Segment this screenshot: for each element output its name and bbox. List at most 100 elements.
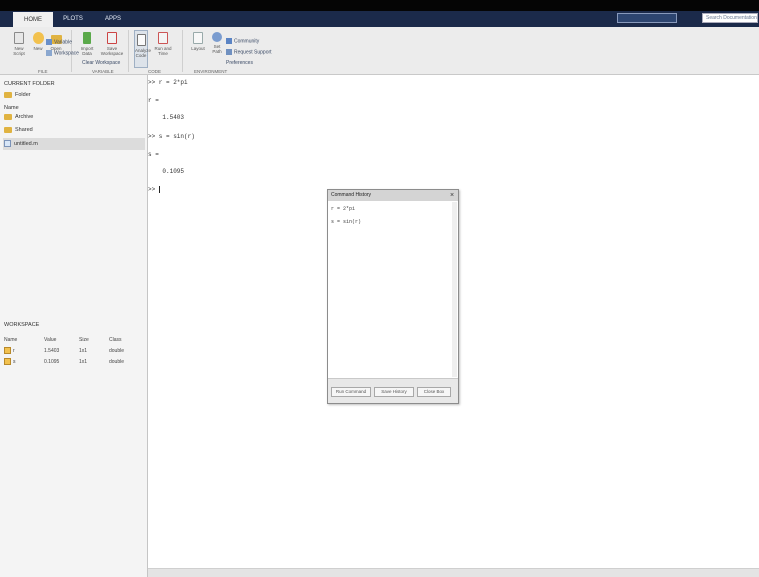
command-prompt[interactable]: >>: [148, 186, 160, 193]
file-icon: [4, 140, 11, 147]
new-script-label: New Script: [13, 46, 25, 56]
text-cursor: [158, 186, 160, 193]
group-divider: [128, 30, 129, 72]
save-workspace-label: Save Workspace: [100, 46, 124, 56]
community-icon: [226, 38, 232, 44]
analyze-code-button[interactable]: Analyze Code: [134, 30, 152, 68]
workspace-title: WORKSPACE: [4, 322, 40, 328]
new-script-icon: [14, 32, 24, 44]
group-label-environment: ENVIRONMENT: [194, 69, 228, 74]
layout-button[interactable]: Layout: [190, 32, 206, 51]
ws-col-class[interactable]: Class: [109, 337, 139, 343]
folder-icon: [4, 92, 12, 98]
ws-cell-size: 1x1: [79, 347, 88, 354]
layout-label: Layout: [191, 46, 205, 51]
horizontal-scrollbar[interactable]: [148, 568, 759, 577]
ws-name-text: r: [13, 347, 15, 354]
folder-icon: [4, 114, 12, 120]
list-item[interactable]: Shared: [4, 127, 33, 133]
current-folder-path[interactable]: Folder: [4, 92, 31, 98]
workspace-label: Workspace: [54, 50, 79, 57]
tab-home[interactable]: HOME: [13, 12, 53, 27]
variable-label: Variable: [54, 39, 72, 46]
dialog-scrollbar[interactable]: [452, 202, 457, 377]
history-item[interactable]: s = sin(r): [331, 219, 361, 225]
folder-label: Folder: [15, 92, 31, 98]
request-support-label: Request Support: [234, 49, 272, 56]
dialog-footer: Run Command Save History Close Box: [328, 378, 458, 403]
group-label-file: FILE: [38, 69, 48, 74]
clear-workspace-mini[interactable]: Clear Workspace: [82, 60, 120, 66]
list-item-label: Shared: [15, 127, 33, 133]
ws-cell-class: double: [109, 347, 125, 354]
command-output: r =: [148, 97, 159, 104]
ws-col-name[interactable]: Name: [4, 337, 44, 343]
set-path-label: Set Path: [212, 44, 222, 54]
ws-col-size[interactable]: Size: [79, 337, 109, 343]
search-documentation-input[interactable]: Search Documentation: [702, 13, 758, 23]
current-folder-title: CURRENT FOLDER: [4, 81, 55, 87]
variable-mini[interactable]: Variable: [46, 39, 72, 45]
workspace-mini[interactable]: Workspace: [46, 50, 79, 56]
workspace-header: Name Value Size Class: [4, 337, 144, 343]
preferences-mini[interactable]: Preferences: [226, 60, 253, 66]
dialog-title: Command History: [328, 190, 458, 201]
new-label: New: [33, 46, 43, 51]
import-data-button[interactable]: Import Data: [77, 32, 97, 56]
ws-cell-value: 1.5403: [44, 347, 60, 354]
command-output: 1.5403: [148, 114, 185, 121]
tab-plots[interactable]: PLOTS: [53, 11, 93, 27]
name-column-header[interactable]: Name: [4, 105, 19, 111]
command-output: s =: [148, 151, 159, 158]
analyze-code-icon: [136, 34, 146, 46]
command-line: >> s = sin(r): [148, 133, 195, 140]
history-item[interactable]: r = 2*pi: [331, 206, 355, 212]
variable-icon: [4, 358, 11, 365]
variable-icon: [4, 347, 11, 354]
new-button[interactable]: New: [30, 32, 46, 51]
run-command-button[interactable]: Run Command: [331, 387, 371, 397]
folder-icon: [4, 127, 12, 133]
ws-col-value[interactable]: Value: [44, 337, 79, 343]
close-icon[interactable]: ×: [448, 191, 456, 200]
run-time-label: Run and Time: [154, 46, 172, 56]
prompt-text: >>: [148, 186, 159, 194]
set-path-icon: [212, 32, 222, 42]
close-box-button[interactable]: Close Box: [417, 387, 451, 397]
list-item[interactable]: untitled.m: [4, 140, 38, 147]
community-label: Community: [234, 38, 260, 45]
workspace-icon: [46, 50, 52, 56]
variable-icon: [46, 39, 52, 45]
top-tab-bar: HOME PLOTS APPS Search Documentation: [0, 0, 759, 27]
run-time-button[interactable]: Run and Time: [150, 32, 176, 56]
save-workspace-icon: [107, 32, 117, 44]
support-icon: [226, 49, 232, 55]
list-item[interactable]: Archive: [4, 114, 33, 120]
toolstrip: New Script New Open Import Data Save Wor…: [0, 27, 759, 75]
group-label-code: CODE: [148, 69, 162, 74]
table-row[interactable]: s 0.1095 1x1 double: [4, 358, 144, 365]
window-title-strip: [0, 0, 759, 11]
ws-cell-size: 1x1: [79, 358, 88, 365]
command-output: 0.1095: [148, 168, 185, 175]
table-row[interactable]: r 1.5403 1x1 double: [4, 347, 144, 354]
command-history-dialog: Command History × r = 2*pi s = sin(r) Ru…: [327, 189, 459, 404]
ws-cell-name: s: [4, 358, 44, 365]
new-script-button[interactable]: New Script: [10, 32, 28, 56]
quick-access-field[interactable]: [617, 13, 677, 23]
tab-apps[interactable]: APPS: [93, 11, 133, 27]
layout-icon: [193, 32, 203, 44]
community-mini[interactable]: Community: [226, 38, 259, 44]
ws-cell-class: double: [109, 358, 125, 365]
request-support-mini[interactable]: Request Support: [226, 49, 272, 55]
clear-workspace-label: Clear Workspace: [82, 60, 121, 66]
import-data-label: Import Data: [80, 46, 94, 56]
preferences-label: Preferences: [226, 60, 253, 66]
left-panel: CURRENT FOLDER Name Folder Archive Share…: [0, 75, 148, 577]
ws-name-text: s: [13, 358, 16, 365]
save-workspace-button[interactable]: Save Workspace: [100, 32, 124, 56]
set-path-button[interactable]: Set Path: [209, 32, 225, 54]
analyze-code-label: Analyze Code: [135, 48, 152, 58]
save-history-button[interactable]: Save History: [374, 387, 414, 397]
import-data-icon: [83, 32, 91, 44]
